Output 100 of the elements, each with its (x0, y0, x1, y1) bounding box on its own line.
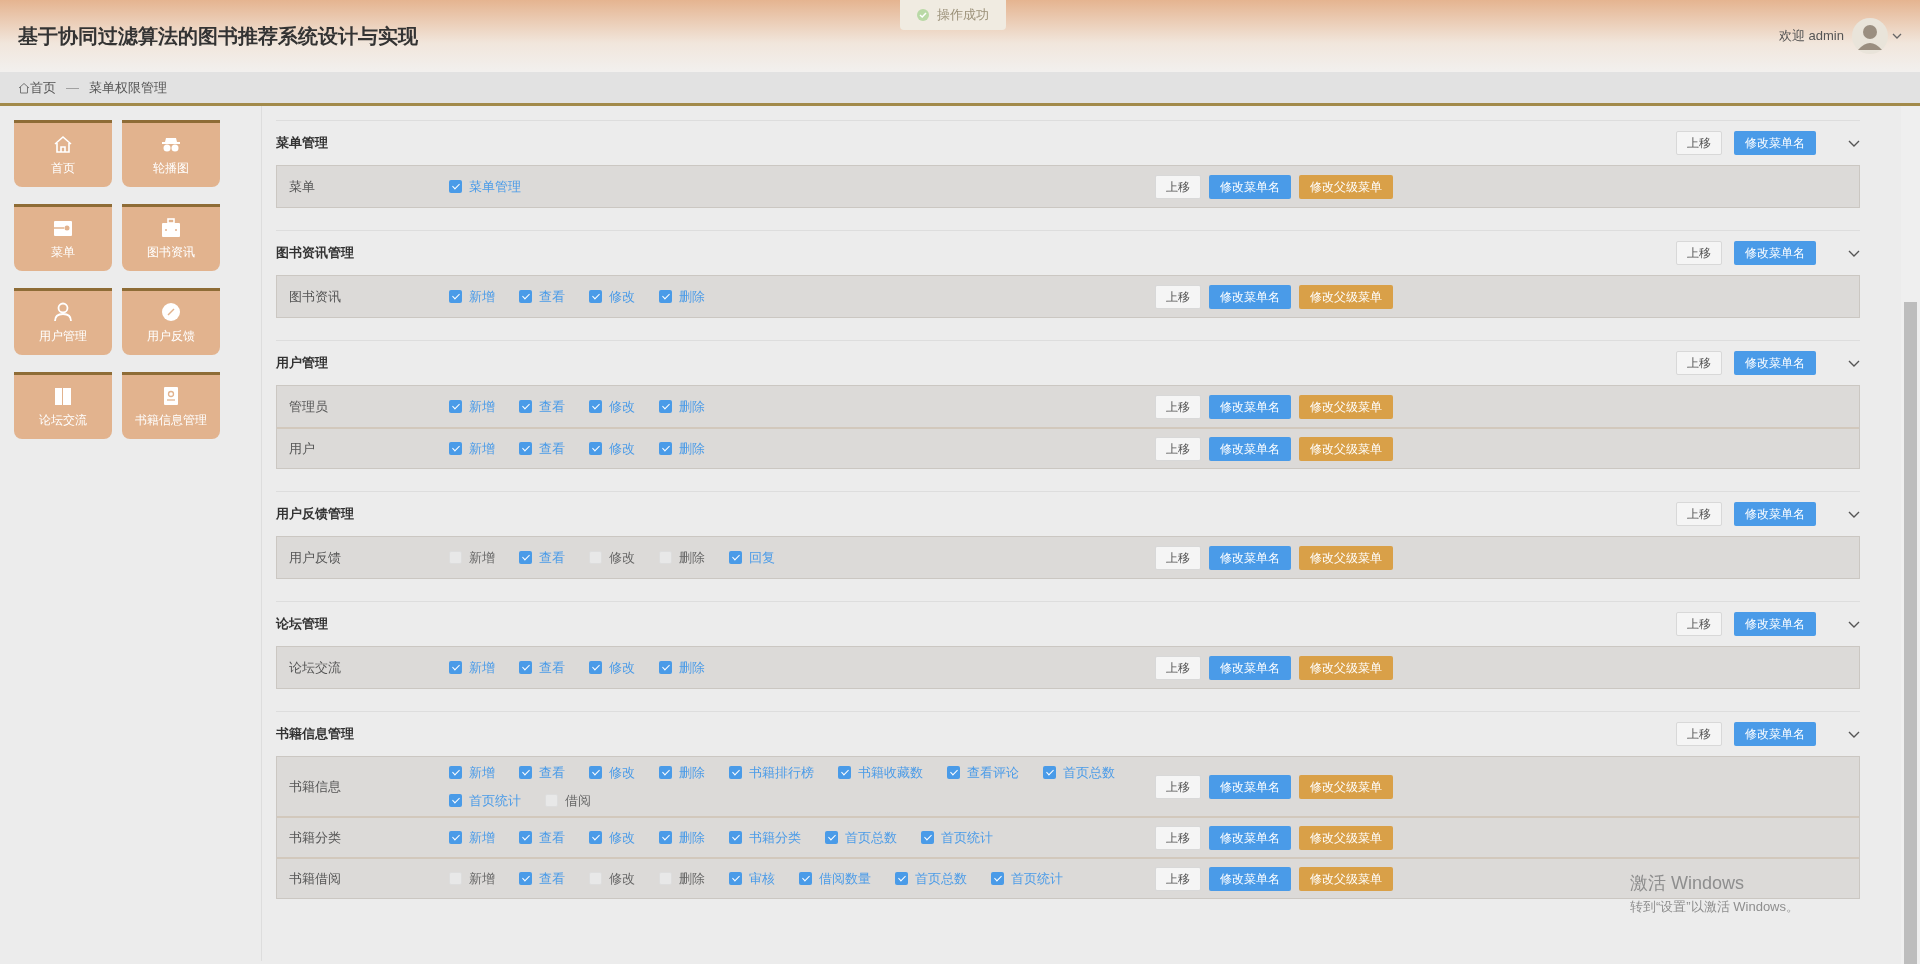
move-up-button[interactable]: 上移 (1155, 774, 1201, 799)
checkbox[interactable] (947, 766, 960, 780)
checkbox-label[interactable]: 新增 (469, 827, 495, 848)
parent-menu-button[interactable]: 修改父级菜单 (1299, 545, 1393, 570)
checkbox-label[interactable]: 首页统计 (469, 790, 521, 810)
checkbox[interactable] (449, 180, 462, 193)
move-up-button[interactable]: 上移 (1155, 825, 1201, 850)
checkbox[interactable] (519, 766, 532, 780)
checkbox-label[interactable]: 查看 (539, 868, 565, 889)
checkbox[interactable] (729, 872, 742, 885)
checkbox[interactable] (519, 442, 532, 455)
rename-button[interactable]: 修改菜单名 (1734, 502, 1816, 526)
checkbox-label[interactable]: 首页总数 (915, 868, 967, 889)
checkbox-label[interactable]: 查看 (539, 286, 565, 307)
move-up-button[interactable]: 上移 (1155, 866, 1201, 891)
checkbox-label[interactable]: 首页总数 (1063, 763, 1115, 783)
checkbox-label[interactable]: 审核 (749, 868, 775, 889)
checkbox[interactable] (449, 400, 462, 413)
menu-tile[interactable]: 书籍信息管理 (122, 372, 220, 439)
menu-tile[interactable]: 首页 (14, 120, 112, 187)
checkbox-label[interactable]: 新增 (469, 396, 495, 417)
checkbox-label[interactable]: 新增 (469, 657, 495, 678)
menu-tile[interactable]: 用户管理 (14, 288, 112, 355)
checkbox-label[interactable]: 删除 (679, 286, 705, 307)
rename-button[interactable]: 修改菜单名 (1209, 774, 1291, 799)
expand-chevron[interactable] (1848, 249, 1860, 257)
rename-button[interactable]: 修改菜单名 (1209, 655, 1291, 680)
checkbox[interactable] (449, 766, 462, 780)
move-up-button[interactable]: 上移 (1155, 436, 1201, 461)
checkbox[interactable] (519, 551, 532, 564)
checkbox[interactable] (449, 793, 462, 807)
expand-chevron[interactable] (1848, 620, 1860, 628)
checkbox[interactable] (895, 872, 908, 885)
checkbox-label[interactable]: 修改 (609, 763, 635, 783)
checkbox[interactable] (589, 442, 602, 455)
rename-button[interactable]: 修改菜单名 (1734, 241, 1816, 265)
checkbox-label[interactable]: 修改 (609, 868, 635, 889)
checkbox-label[interactable]: 新增 (469, 763, 495, 783)
checkbox[interactable] (838, 766, 851, 780)
checkbox-label[interactable]: 新增 (469, 547, 495, 568)
expand-chevron[interactable] (1848, 139, 1860, 147)
checkbox-label[interactable]: 借阅数量 (819, 868, 871, 889)
checkbox-label[interactable]: 菜单管理 (469, 176, 521, 197)
move-up-button[interactable]: 上移 (1676, 351, 1722, 375)
checkbox[interactable] (589, 661, 602, 674)
checkbox-label[interactable]: 查看 (539, 547, 565, 568)
checkbox-label[interactable]: 修改 (609, 396, 635, 417)
checkbox[interactable] (825, 831, 838, 844)
checkbox[interactable] (729, 766, 742, 780)
menu-tile[interactable]: 论坛交流 (14, 372, 112, 439)
checkbox[interactable] (589, 831, 602, 844)
checkbox-label[interactable]: 查看 (539, 827, 565, 848)
expand-chevron[interactable] (1848, 510, 1860, 518)
checkbox-label[interactable]: 修改 (609, 547, 635, 568)
checkbox[interactable] (659, 766, 672, 780)
parent-menu-button[interactable]: 修改父级菜单 (1299, 655, 1393, 680)
checkbox[interactable] (659, 400, 672, 413)
move-up-button[interactable]: 上移 (1676, 612, 1722, 636)
checkbox[interactable] (519, 400, 532, 413)
parent-menu-button[interactable]: 修改父级菜单 (1299, 866, 1393, 891)
move-up-button[interactable]: 上移 (1676, 722, 1722, 746)
move-up-button[interactable]: 上移 (1676, 502, 1722, 526)
checkbox[interactable] (449, 661, 462, 674)
checkbox-label[interactable]: 查看 (539, 657, 565, 678)
rename-button[interactable]: 修改菜单名 (1209, 436, 1291, 461)
rename-button[interactable]: 修改菜单名 (1209, 394, 1291, 419)
checkbox[interactable] (519, 872, 532, 885)
expand-chevron[interactable] (1848, 730, 1860, 738)
rename-button[interactable]: 修改菜单名 (1734, 351, 1816, 375)
rename-button[interactable]: 修改菜单名 (1209, 866, 1291, 891)
checkbox-label[interactable]: 首页统计 (1011, 868, 1063, 889)
parent-menu-button[interactable]: 修改父级菜单 (1299, 774, 1393, 799)
expand-chevron[interactable] (1848, 359, 1860, 367)
menu-tile[interactable]: 菜单 (14, 204, 112, 271)
checkbox-label[interactable]: 修改 (609, 827, 635, 848)
checkbox[interactable] (991, 872, 1004, 885)
checkbox-label[interactable]: 删除 (679, 868, 705, 889)
parent-menu-button[interactable]: 修改父级菜单 (1299, 394, 1393, 419)
rename-button[interactable]: 修改菜单名 (1734, 131, 1816, 155)
checkbox-label[interactable]: 首页总数 (845, 827, 897, 848)
move-up-button[interactable]: 上移 (1155, 545, 1201, 570)
checkbox-label[interactable]: 新增 (469, 868, 495, 889)
checkbox[interactable] (659, 442, 672, 455)
menu-tile[interactable]: 用户反馈 (122, 288, 220, 355)
checkbox[interactable] (659, 290, 672, 303)
move-up-button[interactable]: 上移 (1676, 241, 1722, 265)
breadcrumb-link[interactable]: 首页 (18, 77, 56, 98)
checkbox[interactable] (589, 766, 602, 780)
move-up-button[interactable]: 上移 (1676, 131, 1722, 155)
parent-menu-button[interactable]: 修改父级菜单 (1299, 825, 1393, 850)
move-up-button[interactable]: 上移 (1155, 655, 1201, 680)
checkbox-label[interactable]: 书籍收藏数 (858, 763, 923, 783)
checkbox-label[interactable]: 删除 (679, 827, 705, 848)
menu-tile[interactable]: 图书资讯 (122, 204, 220, 271)
checkbox[interactable] (519, 661, 532, 674)
checkbox-label[interactable]: 书籍排行榜 (749, 763, 814, 783)
move-up-button[interactable]: 上移 (1155, 394, 1201, 419)
checkbox[interactable] (659, 661, 672, 674)
parent-menu-button[interactable]: 修改父级菜单 (1299, 284, 1393, 309)
checkbox[interactable] (449, 290, 462, 303)
